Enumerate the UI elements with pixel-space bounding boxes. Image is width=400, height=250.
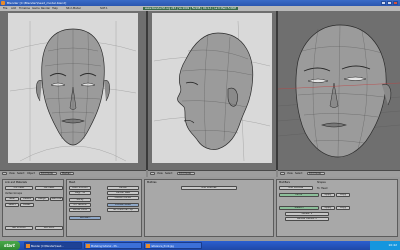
- task-label: reference_front.jpg: [151, 245, 174, 248]
- buttons-window: Link and Materials ME:Head OB:Head Verte…: [0, 177, 400, 241]
- vgroup-assign-button[interactable]: Assign: [35, 197, 49, 201]
- task-browser[interactable]: Modeling tutorial - Mi...: [84, 242, 142, 249]
- select-menu[interactable]: Select: [17, 172, 24, 175]
- vgroup-delete-button[interactable]: Delete: [20, 197, 34, 201]
- menu-render[interactable]: Render: [41, 7, 50, 10]
- mode-label: Edit Mode: [179, 172, 191, 175]
- scene-selector[interactable]: SCE:1: [100, 7, 108, 10]
- subsurf-levels-field[interactable]: Levels: 2: [285, 212, 329, 216]
- panel-title: Link and Materials: [5, 181, 27, 184]
- viewport-perspective[interactable]: [278, 11, 400, 170]
- modifier-target-label: To: Head: [317, 187, 328, 190]
- tab-shapes[interactable]: Shapes: [317, 181, 326, 184]
- maximize-button[interactable]: [387, 1, 392, 5]
- panel-title: Modifiers: [279, 181, 290, 184]
- subsurf-modifier-header[interactable]: Subsurf: [279, 206, 319, 210]
- center-new-button[interactable]: Center New: [107, 191, 139, 195]
- view-menu[interactable]: View: [287, 172, 293, 175]
- vgroup-remove-button[interactable]: Remove: [50, 197, 63, 201]
- mirror-modifier-header[interactable]: Mirror: [279, 193, 319, 197]
- object-name-field[interactable]: OB:Head: [35, 186, 63, 190]
- mode-label: Edit Mode: [309, 172, 321, 175]
- double-sided-toggle[interactable]: Double Sided: [107, 203, 139, 207]
- panel-mesh: Mesh Auto Smooth Degr: 30 Sticky UV Text…: [66, 179, 142, 237]
- mode-label: Edit Mode: [41, 172, 53, 175]
- panel-multires: Multires Add Multires: [144, 179, 274, 237]
- system-tray: 10:42: [370, 241, 400, 250]
- pivot-label: Median: [62, 172, 71, 175]
- task-image[interactable]: reference_front.jpg: [144, 242, 202, 249]
- vertex-color-button[interactable]: Vertex Color: [69, 208, 91, 212]
- subsurf-render-levels-field[interactable]: Render Levels: 2: [285, 217, 329, 221]
- browser-task-icon: [86, 244, 90, 248]
- image-task-icon: [146, 244, 150, 248]
- subsurf-copy-button[interactable]: Copy: [336, 206, 350, 210]
- degr-field[interactable]: Degr: 30: [69, 191, 91, 195]
- editor-type-button[interactable]: [2, 172, 7, 175]
- mesh-name-field[interactable]: ME:Head: [5, 186, 33, 190]
- start-button[interactable]: start: [0, 241, 20, 250]
- subsurf-apply-button[interactable]: Apply: [321, 206, 335, 210]
- vgroup-new-button[interactable]: New: [5, 197, 19, 201]
- panel-title: Multires: [147, 181, 157, 184]
- no-vnormal-flip-toggle[interactable]: No V.Normal Flip: [107, 208, 139, 212]
- mirror-copy-button[interactable]: Copy: [336, 193, 350, 197]
- center-cursor-button[interactable]: Center Cursor: [107, 196, 139, 200]
- start-label: start: [4, 243, 15, 248]
- auto-smooth-toggle[interactable]: Auto Smooth: [69, 186, 91, 190]
- vgroup-deselect-button[interactable]: Desel.: [20, 203, 34, 207]
- panel-title: Mesh: [69, 181, 76, 184]
- menu-timeline[interactable]: Timeline: [19, 7, 30, 10]
- menu-game[interactable]: Game: [32, 7, 40, 10]
- texmesh-field[interactable]: TexMesh:: [69, 216, 101, 220]
- clock: 10:42: [388, 243, 397, 247]
- scene-stats: www.blender3d.org 243 | Ve:1049 | Fa:998…: [143, 7, 238, 10]
- viewport-front[interactable]: [0, 11, 146, 170]
- view-menu[interactable]: View: [9, 172, 15, 175]
- task-label: Blender [C:\Blender\head...: [31, 245, 64, 248]
- vertex-groups-label: Vertex Groups: [5, 192, 22, 195]
- mirror-apply-button[interactable]: Apply: [321, 193, 335, 197]
- task-label: Modeling tutorial - Mi...: [91, 245, 119, 248]
- front-view-canvas: [0, 11, 146, 170]
- object-menu[interactable]: Object: [27, 172, 35, 175]
- sticky-button[interactable]: Sticky: [69, 198, 91, 202]
- close-button[interactable]: [393, 1, 398, 5]
- uv-texture-button[interactable]: UV Texture: [69, 203, 91, 207]
- screen-selector[interactable]: SR:2-Model: [66, 7, 81, 10]
- viewport-side[interactable]: [148, 11, 276, 170]
- menu-file[interactable]: File: [3, 7, 7, 10]
- view-menu[interactable]: View: [157, 172, 163, 175]
- task-blender[interactable]: Blender [C:\Blender\head...: [24, 242, 82, 249]
- editor-type-button[interactable]: [150, 172, 155, 175]
- vgroup-select-button[interactable]: Select: [5, 203, 19, 207]
- blender-app-icon: [1, 1, 5, 5]
- persp-view-canvas: [278, 11, 400, 170]
- panel-modifiers: Modifiers Shapes Add Modifier To: Head M…: [276, 179, 398, 237]
- panel-link-materials: Link and Materials ME:Head OB:Head Verte…: [2, 179, 64, 237]
- side-view-canvas: [148, 11, 276, 170]
- minimize-button[interactable]: [381, 1, 386, 5]
- set-smooth-button[interactable]: Set Smooth: [5, 226, 33, 230]
- menu-help[interactable]: Help: [52, 7, 58, 10]
- add-modifier-button[interactable]: Add Modifier: [279, 186, 313, 190]
- window-title: Blender [C:\Blender\head_model.blend]: [7, 1, 67, 5]
- blender-task-icon: [26, 244, 30, 248]
- menu-add[interactable]: Add: [11, 7, 16, 10]
- set-solid-button[interactable]: Set Solid: [35, 226, 63, 230]
- windows-taskbar: start Blender [C:\Blender\head... Modeli…: [0, 241, 400, 250]
- select-menu[interactable]: Select: [165, 172, 172, 175]
- add-multires-button[interactable]: Add Multires: [181, 186, 237, 190]
- center-button[interactable]: Center: [107, 186, 139, 190]
- editor-type-button[interactable]: [280, 172, 285, 175]
- select-menu[interactable]: Select: [295, 172, 302, 175]
